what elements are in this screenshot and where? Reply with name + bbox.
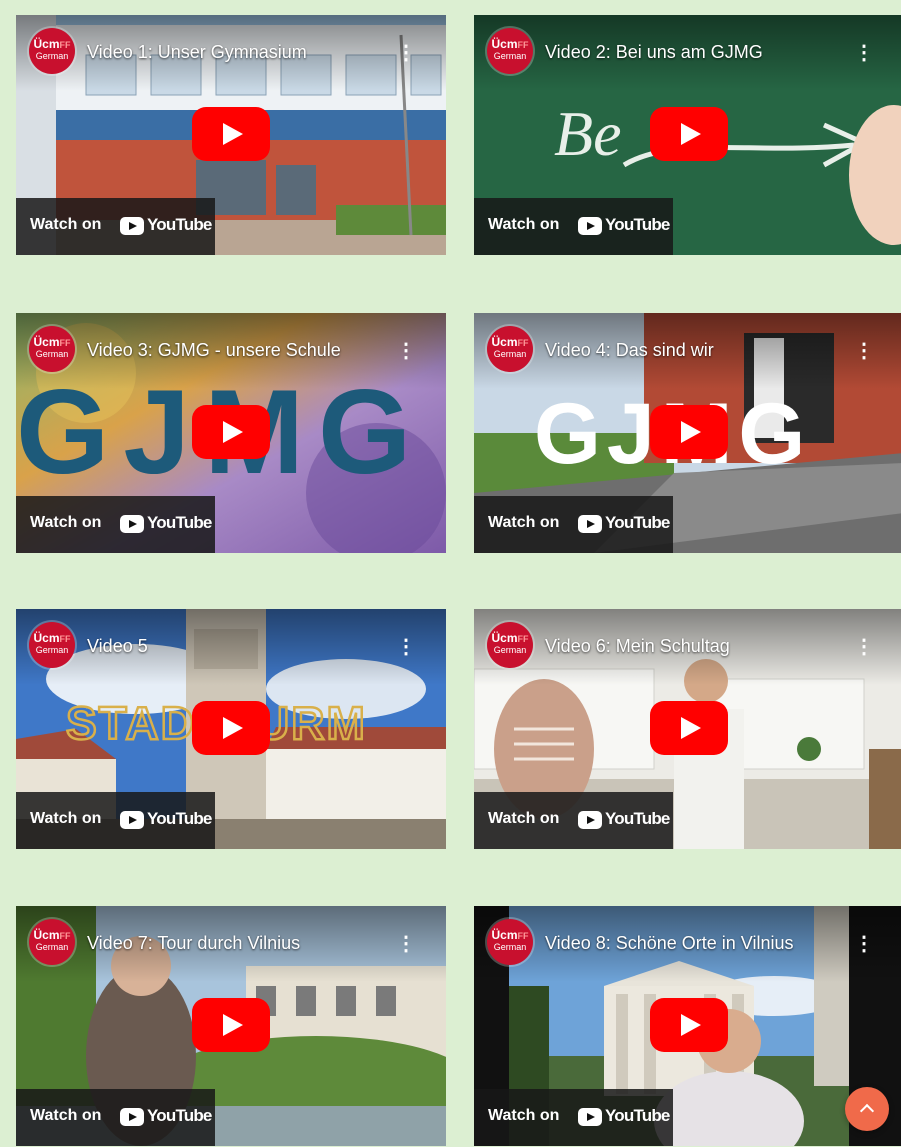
youtube-icon: [578, 217, 602, 235]
video-title[interactable]: Video 3: GJMG - unsere Schule: [87, 340, 341, 361]
watch-on-label: Watch on: [488, 810, 560, 827]
video-title[interactable]: Video 1: Unser Gymnasium: [87, 42, 307, 63]
channel-avatar[interactable]: ÜcmFF German: [487, 622, 533, 668]
watch-on-youtube-button[interactable]: Watch on YouTube: [474, 792, 673, 849]
play-button[interactable]: [650, 998, 728, 1052]
play-button[interactable]: [192, 701, 270, 755]
video-title[interactable]: Video 6: Mein Schultag: [545, 636, 730, 657]
video-title[interactable]: Video 8: Schöne Orte in Vilnius: [545, 933, 794, 954]
youtube-icon: [120, 515, 144, 533]
title-overlay: [16, 609, 446, 685]
more-options-icon[interactable]: ⋮: [854, 341, 874, 361]
video-title[interactable]: Video 2: Bei uns am GJMG: [545, 42, 763, 63]
youtube-icon: [578, 515, 602, 533]
watch-on-label: Watch on: [488, 514, 560, 531]
video-title[interactable]: Video 7: Tour durch Vilnius: [87, 933, 300, 954]
video-embed-2[interactable]: Be ÜcmFF German Video 2: Bei uns am GJMG …: [474, 15, 901, 255]
youtube-wordmark: YouTube: [147, 513, 212, 532]
channel-avatar[interactable]: ÜcmFF German: [487, 326, 533, 372]
more-options-icon[interactable]: ⋮: [396, 341, 416, 361]
channel-avatar[interactable]: ÜcmFF German: [29, 919, 75, 965]
watch-on-youtube-button[interactable]: Watch on YouTube: [474, 1089, 673, 1146]
channel-avatar[interactable]: ÜcmFF German: [29, 326, 75, 372]
more-options-icon[interactable]: ⋮: [396, 637, 416, 657]
video-embed-7[interactable]: ÜcmFF German Video 7: Tour durch Vilnius …: [16, 906, 446, 1146]
youtube-icon: [120, 217, 144, 235]
youtube-icon: [578, 1108, 602, 1126]
play-button[interactable]: [650, 107, 728, 161]
youtube-wordmark: YouTube: [147, 809, 212, 828]
watch-on-youtube-button[interactable]: Watch on YouTube: [474, 198, 673, 255]
video-embed-4[interactable]: GJMG ÜcmFFGerman Video 4: Das sind wir ⋮…: [474, 313, 901, 553]
watch-on-label: Watch on: [30, 1107, 102, 1124]
video-title[interactable]: Video 4: Das sind wir: [545, 340, 714, 361]
video-embed-6[interactable]: ÜcmFF German Video 6: Mein Schultag ⋮ Wat…: [474, 609, 901, 849]
video-embed-3[interactable]: GJMG ÜcmFFGerman Video 3: GJMG - unsere …: [16, 313, 446, 553]
watch-on-youtube-button[interactable]: Watch on YouTube: [16, 1089, 215, 1146]
watch-on-youtube-button[interactable]: Watch on YouTube: [16, 198, 215, 255]
channel-avatar[interactable]: ÜcmFF German: [487, 919, 533, 965]
youtube-wordmark: YouTube: [605, 215, 670, 234]
play-button[interactable]: [192, 998, 270, 1052]
more-options-icon[interactable]: ⋮: [396, 43, 416, 63]
watch-on-label: Watch on: [30, 810, 102, 827]
watch-on-youtube-button[interactable]: Watch on YouTube: [474, 496, 673, 553]
youtube-wordmark: YouTube: [147, 215, 212, 234]
youtube-icon: [578, 811, 602, 829]
chalk-text: Be: [554, 98, 622, 169]
more-options-icon[interactable]: ⋮: [854, 43, 874, 63]
watch-on-label: Watch on: [30, 216, 102, 233]
youtube-wordmark: YouTube: [147, 1106, 212, 1125]
play-button[interactable]: [192, 107, 270, 161]
more-options-icon[interactable]: ⋮: [854, 637, 874, 657]
play-button[interactable]: [650, 701, 728, 755]
more-options-icon[interactable]: ⋮: [396, 934, 416, 954]
watch-on-youtube-button[interactable]: Watch on YouTube: [16, 496, 215, 553]
youtube-icon: [120, 811, 144, 829]
video-embed-1[interactable]: ÜcmFF German Video 1: Unser Gymnasium ⋮ W…: [16, 15, 446, 255]
video-embed-8[interactable]: ÜcmFF German Video 8: Schöne Orte in Viln…: [474, 906, 901, 1146]
video-title[interactable]: Video 5: [87, 636, 148, 657]
channel-avatar[interactable]: ÜcmFF German: [29, 28, 75, 74]
watch-on-youtube-button[interactable]: Watch on YouTube: [16, 792, 215, 849]
scroll-to-top-button[interactable]: [845, 1087, 889, 1131]
watch-on-label: Watch on: [488, 1107, 560, 1124]
channel-avatar[interactable]: ÜcmFF German: [29, 622, 75, 668]
play-button[interactable]: [192, 405, 270, 459]
watch-on-label: Watch on: [488, 216, 560, 233]
youtube-icon: [120, 1108, 144, 1126]
youtube-wordmark: YouTube: [605, 1106, 670, 1125]
video-embed-5[interactable]: STADTTURM ÜcmFFGerman Video 5 ⋮ Watch on…: [16, 609, 446, 849]
youtube-wordmark: YouTube: [605, 809, 670, 828]
more-options-icon[interactable]: ⋮: [854, 934, 874, 954]
youtube-wordmark: YouTube: [605, 513, 670, 532]
watch-on-label: Watch on: [30, 514, 102, 531]
channel-avatar[interactable]: ÜcmFF German: [487, 28, 533, 74]
play-button[interactable]: [650, 405, 728, 459]
video-grid: ÜcmFF German Video 1: Unser Gymnasium ⋮ W…: [0, 0, 901, 1147]
